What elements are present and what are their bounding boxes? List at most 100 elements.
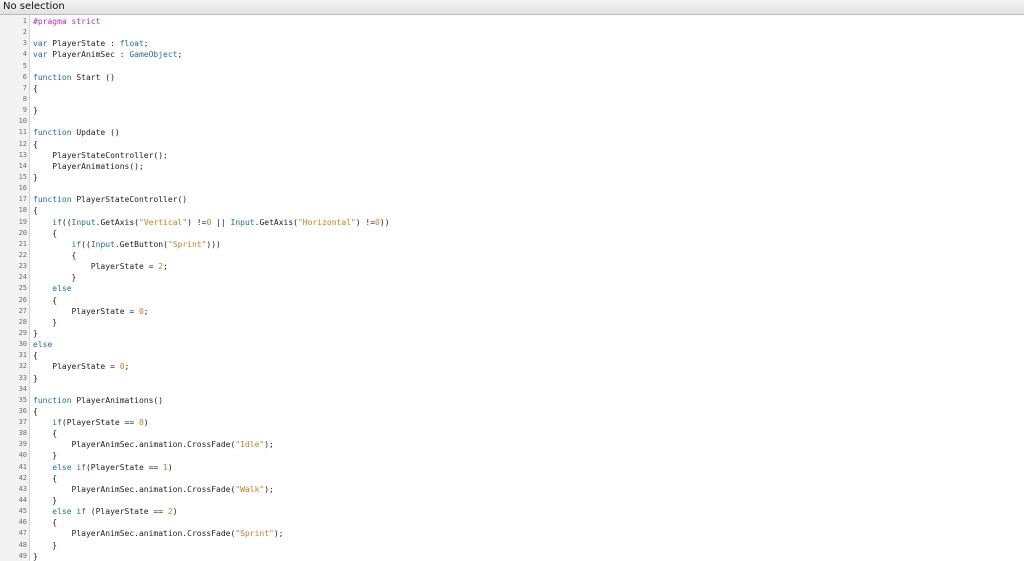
code-line[interactable]: else xyxy=(33,283,1024,294)
code-line[interactable]: } xyxy=(33,450,1024,461)
line-number: 21 xyxy=(18,239,27,248)
line-number: 5 xyxy=(22,61,27,70)
code-line[interactable] xyxy=(33,116,1024,127)
code-line[interactable]: function PlayerAnimations() xyxy=(33,395,1024,406)
code-line[interactable]: { xyxy=(33,250,1024,261)
code-line[interactable]: PlayerAnimations(); xyxy=(33,161,1024,172)
line-number: 42 xyxy=(18,473,27,482)
line-number: 15 xyxy=(18,172,27,181)
code-line[interactable]: { xyxy=(33,350,1024,361)
code-token: (( xyxy=(61,217,72,227)
code-line[interactable]: { xyxy=(33,406,1024,417)
code-token: (PlayerState == xyxy=(85,507,168,517)
line-number: 24 xyxy=(18,273,27,282)
code-line[interactable]: { xyxy=(33,473,1024,484)
code-line[interactable]: } xyxy=(33,495,1024,506)
code-token: #pragma strict xyxy=(33,17,101,26)
code-token: PlayerAnimSec : xyxy=(47,50,130,60)
code-line[interactable]: { xyxy=(33,295,1024,306)
code-line[interactable]: } xyxy=(33,328,1024,339)
line-number: 20 xyxy=(18,228,27,237)
line-number: 16 xyxy=(18,184,27,193)
code-line[interactable]: PlayerAnimSec.animation.CrossFade("Walk"… xyxy=(33,484,1024,495)
code-line[interactable]: var PlayerState : float; xyxy=(33,38,1024,49)
code-token: ) xyxy=(167,462,173,472)
code-token: PlayerState = xyxy=(33,306,139,316)
code-line[interactable]: PlayerState = 0; xyxy=(33,306,1024,317)
code-token: } xyxy=(33,451,58,461)
code-line[interactable]: { xyxy=(33,83,1024,94)
code-token: var xyxy=(33,50,48,60)
code-line[interactable]: PlayerState = 2; xyxy=(33,261,1024,272)
line-number: 14 xyxy=(18,161,27,170)
code-token: function xyxy=(33,195,72,205)
code-token: PlayerAnimations(); xyxy=(33,161,144,171)
code-line[interactable]: } xyxy=(33,317,1024,328)
code-token: if xyxy=(71,239,82,249)
line-number: 18 xyxy=(18,206,27,215)
code-token: { xyxy=(33,295,58,305)
line-number-gutter: 1 2 3 4 5 6 7 8 9 10 11 12 13 14 15 16 17 18 19 20 21 22 23 24 2… xyxy=(0,15,30,561)
code-line[interactable] xyxy=(33,94,1024,105)
code-line[interactable] xyxy=(33,183,1024,194)
code-line[interactable] xyxy=(33,384,1024,395)
code-line[interactable]: if((Input.GetAxis("Vertical") !=0 || Inp… xyxy=(33,217,1024,228)
code-token: "Walk" xyxy=(235,484,265,494)
code-line[interactable]: } xyxy=(33,540,1024,551)
code-line[interactable]: } xyxy=(33,172,1024,183)
line-number: 43 xyxy=(18,484,27,493)
line-number: 49 xyxy=(18,551,27,560)
code-line[interactable] xyxy=(33,27,1024,38)
code-line[interactable]: PlayerAnimSec.animation.CrossFade("Idle"… xyxy=(33,439,1024,450)
code-token: PlayerState = xyxy=(33,362,120,372)
code-token: ) != xyxy=(187,217,207,227)
code-line[interactable]: function Update () xyxy=(33,127,1024,138)
code-line[interactable]: } xyxy=(33,105,1024,116)
code-token: "Sprint" xyxy=(235,529,274,539)
code-line[interactable]: if(PlayerState == 0) xyxy=(33,417,1024,428)
code-line[interactable]: { xyxy=(33,139,1024,150)
code-editor[interactable]: 1 2 3 4 5 6 7 8 9 10 11 12 13 14 15 16 17 18 19 20 21 22 23 24 2… xyxy=(0,15,1024,561)
code-line[interactable]: PlayerState = 0; xyxy=(33,361,1024,372)
line-number: 30 xyxy=(18,340,27,349)
code-token: function xyxy=(33,128,72,138)
line-number: 10 xyxy=(18,117,27,126)
code-line[interactable]: #pragma strict xyxy=(33,16,1024,27)
code-token: ) xyxy=(172,507,178,517)
code-token: ) xyxy=(143,418,149,428)
code-line[interactable]: } xyxy=(33,272,1024,283)
code-token: { xyxy=(33,139,38,149)
code-text-area[interactable]: #pragma strict var PlayerState : float; va… xyxy=(30,15,1024,561)
line-number: 17 xyxy=(18,195,27,204)
code-line[interactable] xyxy=(33,61,1024,72)
code-line[interactable]: } xyxy=(33,551,1024,561)
code-token: .GetButton( xyxy=(114,239,168,249)
code-line[interactable]: { xyxy=(33,205,1024,216)
code-line[interactable]: { xyxy=(33,428,1024,439)
line-number: 26 xyxy=(18,295,27,304)
line-number: 6 xyxy=(22,72,27,81)
code-line[interactable]: else if(PlayerState == 1) xyxy=(33,462,1024,473)
code-line[interactable]: var PlayerAnimSec : GameObject; xyxy=(33,49,1024,60)
code-token: { xyxy=(33,406,38,416)
code-line[interactable]: } xyxy=(33,373,1024,384)
code-line[interactable]: else xyxy=(33,339,1024,350)
code-line[interactable]: { xyxy=(33,228,1024,239)
line-number: 23 xyxy=(18,262,27,271)
code-token: } xyxy=(33,317,58,327)
code-line[interactable]: PlayerAnimSec.animation.CrossFade("Sprin… xyxy=(33,528,1024,539)
code-line[interactable]: function PlayerStateController() xyxy=(33,194,1024,205)
line-number: 47 xyxy=(18,529,27,538)
code-line[interactable]: PlayerStateController(); xyxy=(33,150,1024,161)
code-token: var xyxy=(33,39,48,49)
code-line[interactable]: if((Input.GetButton("Sprint"))) xyxy=(33,239,1024,250)
code-token: || xyxy=(211,217,231,227)
code-line[interactable]: function Start () xyxy=(33,72,1024,83)
code-token: { xyxy=(33,518,58,528)
code-line[interactable]: { xyxy=(33,517,1024,528)
code-token: else xyxy=(33,340,53,350)
code-line[interactable]: else if (PlayerState == 2) xyxy=(33,506,1024,517)
